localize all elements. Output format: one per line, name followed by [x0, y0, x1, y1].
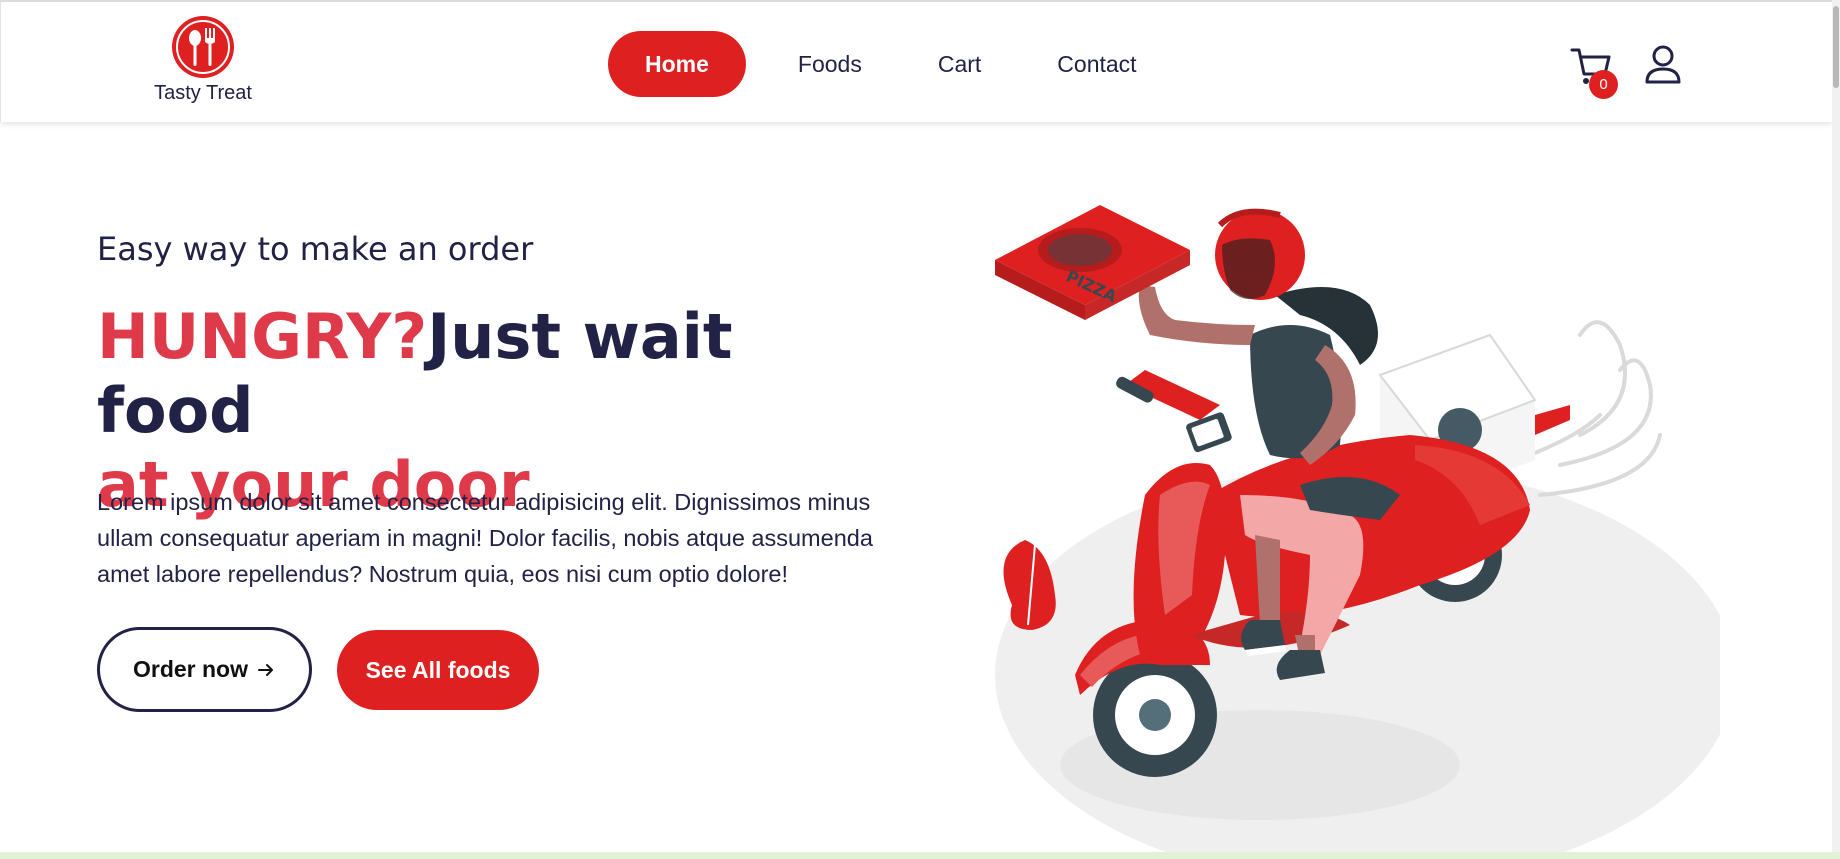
logo-text: Tasty Treat [154, 82, 252, 104]
site-header: Tasty Treat Home Foods Cart Contact 0 [0, 0, 1832, 122]
nav-foods[interactable]: Foods [760, 31, 900, 97]
nav-cart[interactable]: Cart [900, 31, 1019, 97]
pizza-delivery-scooter-illustration: PIZZA [960, 195, 1735, 859]
hero-subtitle: Easy way to make an order [97, 230, 534, 268]
main-nav: Home Foods Cart Contact [608, 31, 1175, 97]
scrollbar-track[interactable] [1832, 0, 1840, 859]
cart-count-badge: 0 [1589, 70, 1618, 99]
user-icon [1645, 45, 1681, 84]
nav-home[interactable]: Home [608, 31, 746, 97]
see-all-foods-button[interactable]: See All foods [337, 630, 539, 710]
spoon-fork-icon [172, 16, 234, 78]
nav-contact[interactable]: Contact [1019, 31, 1174, 97]
hero-title-hungry: HUNGRY? [97, 300, 428, 373]
hero-description: Lorem ipsum dolor sit amet consectetur a… [97, 489, 873, 587]
bottom-strip [0, 852, 1840, 859]
scrollbar-thumb[interactable] [1833, 6, 1839, 88]
cart-button[interactable]: 0 [1569, 44, 1618, 99]
arrow-right-icon [258, 663, 273, 676]
order-now-button[interactable]: Order now [97, 627, 312, 712]
order-now-label: Order now [132, 656, 248, 682]
user-button[interactable] [1643, 44, 1683, 86]
logo[interactable]: Tasty Treat [151, 16, 255, 105]
